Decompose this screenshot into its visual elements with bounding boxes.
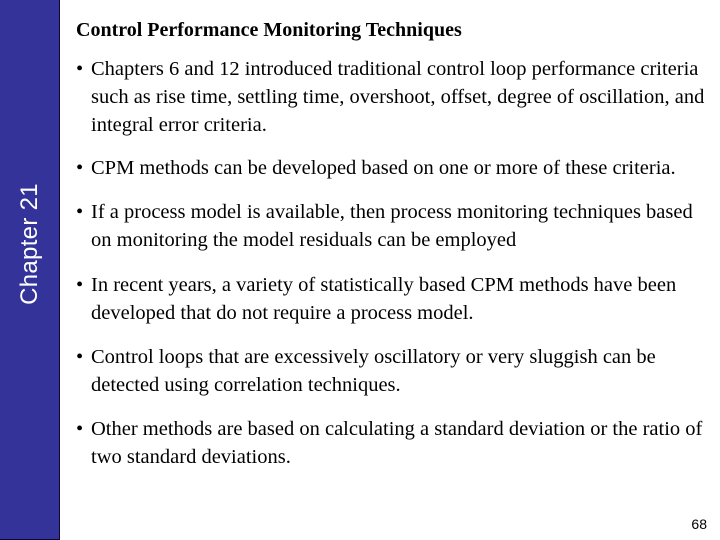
bullet-icon: • bbox=[76, 274, 84, 296]
bullet-icon: • bbox=[76, 58, 84, 80]
slide: Chapter 21 Control Performance Monitorin… bbox=[0, 0, 720, 540]
bullet-item: • Control loops that are excessively osc… bbox=[76, 343, 716, 399]
bullet-text: In recent years, a variety of statistica… bbox=[91, 274, 677, 324]
bullet-item: • CPM methods can be developed based on … bbox=[76, 154, 716, 182]
bullet-icon: • bbox=[76, 201, 84, 223]
bullet-item: • If a process model is available, then … bbox=[76, 198, 716, 254]
bullet-text: Other methods are based on calculating a… bbox=[91, 418, 703, 468]
bullet-item: • Other methods are based on calculating… bbox=[76, 415, 716, 471]
bullet-list: • Chapters 6 and 12 introduced tradition… bbox=[76, 55, 716, 471]
bullet-text: CPM methods can be developed based on on… bbox=[91, 157, 676, 179]
chapter-label: Chapter 21 bbox=[16, 183, 43, 305]
bullet-icon: • bbox=[76, 418, 84, 440]
bullet-icon: • bbox=[76, 157, 84, 179]
bullet-icon: • bbox=[76, 346, 84, 368]
bullet-text: Chapters 6 and 12 introduced traditional… bbox=[91, 58, 705, 136]
bullet-text: If a process model is available, then pr… bbox=[91, 201, 693, 251]
page-number: 68 bbox=[691, 516, 707, 532]
bullet-text: Control loops that are excessively oscil… bbox=[91, 346, 656, 396]
bullet-item: • Chapters 6 and 12 introduced tradition… bbox=[76, 55, 716, 139]
slide-title: Control Performance Monitoring Technique… bbox=[76, 19, 462, 41]
chapter-sidebar: Chapter 21 bbox=[0, 0, 60, 540]
bullet-item: • In recent years, a variety of statisti… bbox=[76, 271, 716, 327]
